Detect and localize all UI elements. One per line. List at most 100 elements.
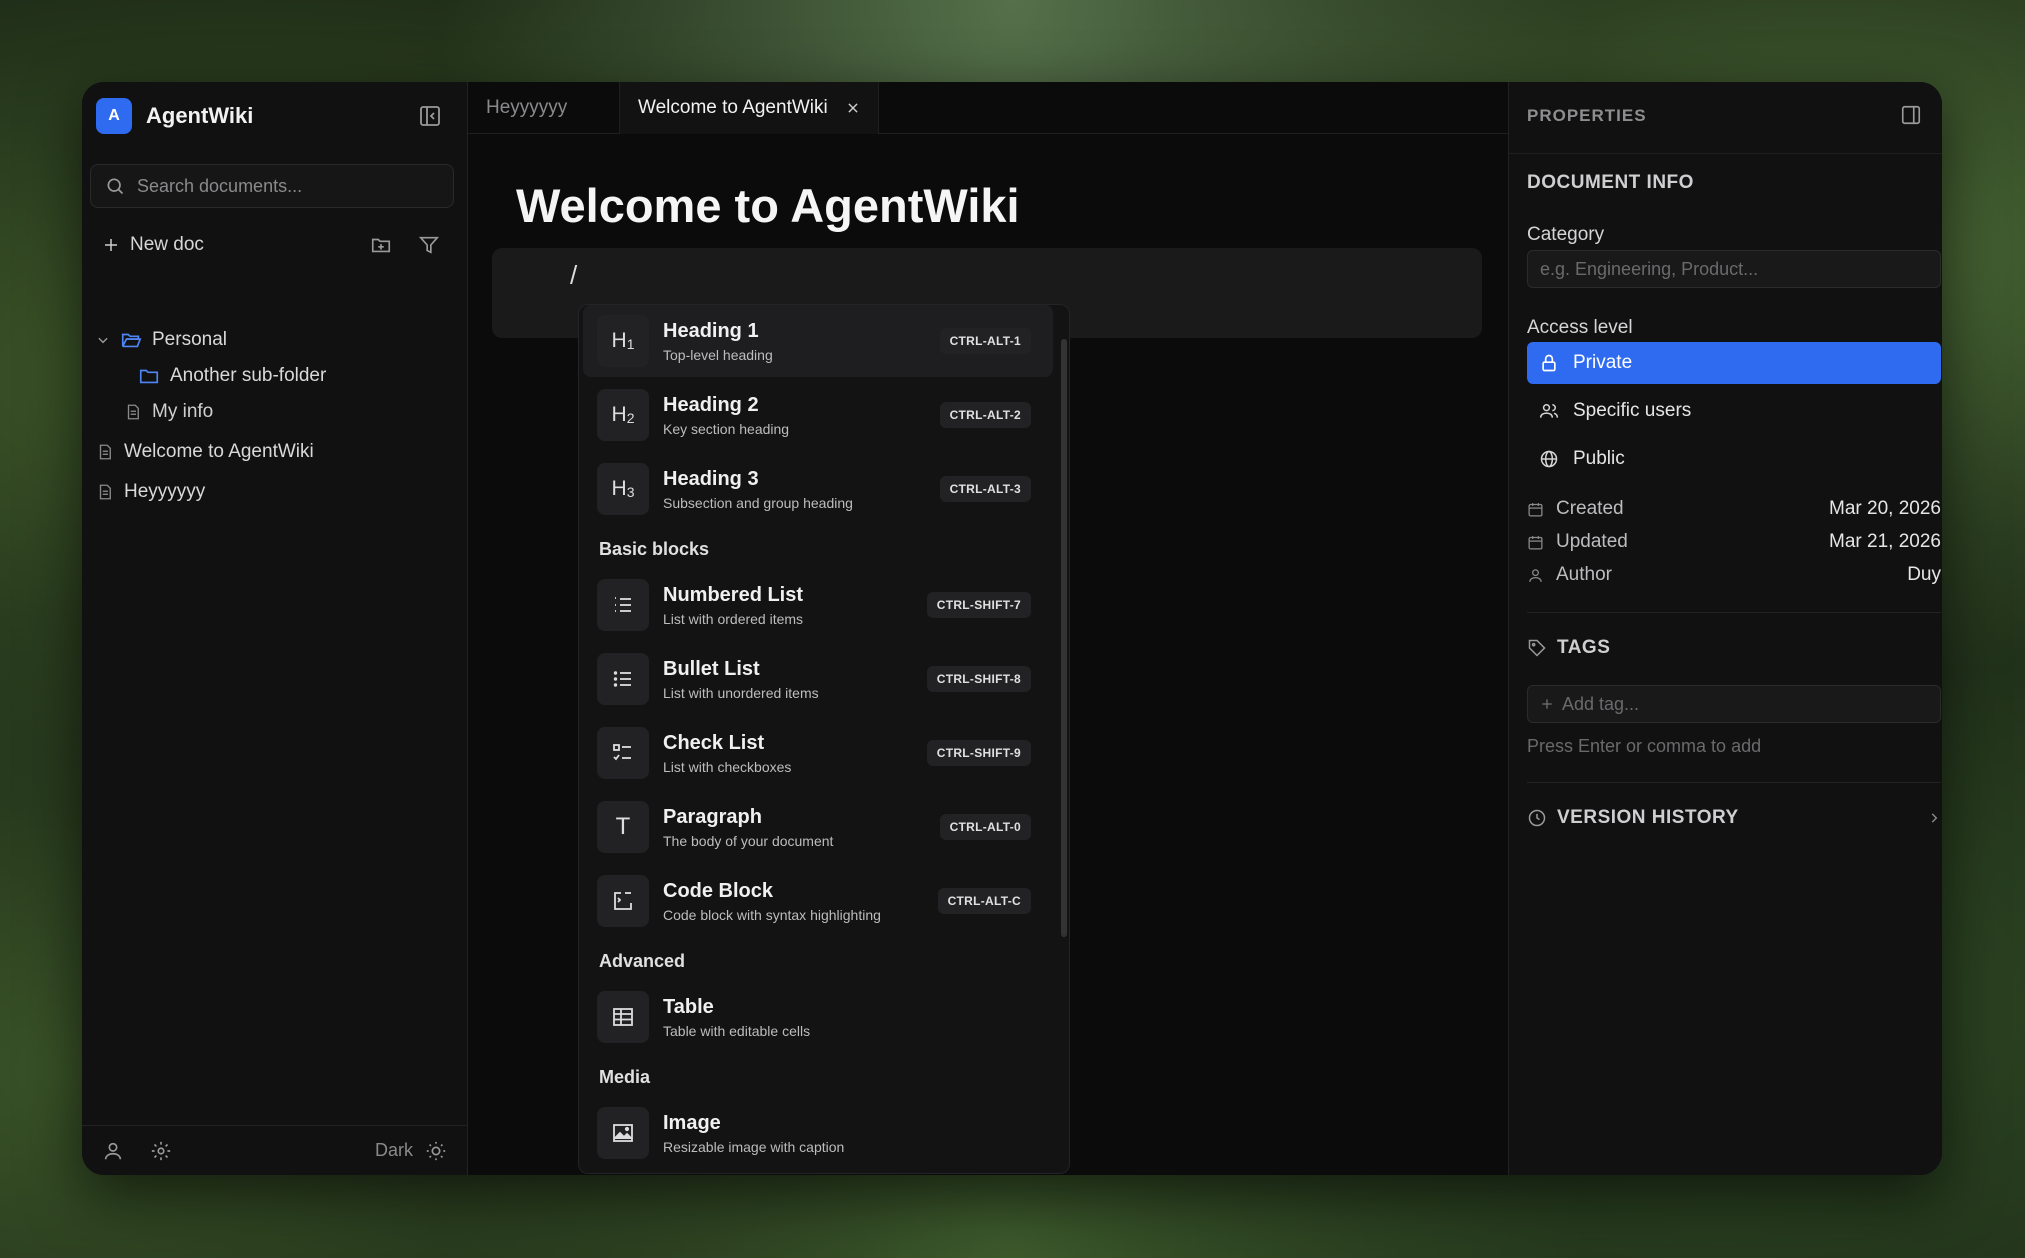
menu-item-heading-2[interactable]: H2 Heading 2 Key section heading CTRL-ALT… <box>583 379 1053 451</box>
tree-item-welcome[interactable]: Welcome to AgentWiki <box>96 434 456 470</box>
menu-item-bullet-list[interactable]: Bullet List List with unordered items CTR… <box>583 643 1053 715</box>
menu-item-subtitle: The body of your document <box>663 832 834 849</box>
theme-toggle[interactable]: Dark <box>375 1140 447 1162</box>
tags-title: TAGS <box>1557 637 1611 658</box>
menu-item-subtitle: List with unordered items <box>663 684 819 701</box>
menu-item-title: Numbered List <box>663 583 804 606</box>
tree-item-label: Another sub-folder <box>170 365 327 386</box>
access-option-public[interactable]: Public <box>1527 438 1941 480</box>
slash-command-text[interactable]: / <box>570 260 577 291</box>
numbered-list-icon <box>597 579 649 631</box>
divider <box>1527 782 1941 783</box>
sidebar-footer: Dark <box>82 1125 467 1175</box>
sun-icon <box>425 1140 447 1162</box>
person-icon <box>1527 567 1544 584</box>
close-tab-icon[interactable] <box>846 101 860 115</box>
table-icon <box>597 991 649 1043</box>
new-folder-icon[interactable] <box>370 234 392 256</box>
sidebar-actions <box>370 234 440 256</box>
settings-gear-icon[interactable] <box>150 1140 172 1162</box>
meta-value: Duy <box>1907 564 1941 585</box>
version-history-title: VERSION HISTORY <box>1557 807 1739 828</box>
panel-toggle-icon[interactable] <box>1900 104 1922 126</box>
tree-item-personal[interactable]: Personal <box>96 322 456 358</box>
editor-area: Heyyyyyy Welcome to AgentWiki Welcome to… <box>468 82 1508 1175</box>
menu-item-title: Image <box>663 1111 721 1134</box>
access-option-private[interactable]: Private <box>1527 342 1941 384</box>
tree-item-label: Heyyyyyy <box>124 481 206 502</box>
chevron-right-icon <box>1927 811 1941 825</box>
document-title[interactable]: Welcome to AgentWiki <box>516 178 1020 233</box>
add-tag-field[interactable] <box>1527 685 1941 723</box>
tag-hint: Press Enter or comma to add <box>1527 736 1762 756</box>
category-field[interactable] <box>1527 250 1941 288</box>
tab-heyyyyyy[interactable]: Heyyyyyy <box>468 82 620 134</box>
shortcut-badge: CTRL-ALT-C <box>937 888 1031 914</box>
tab-bar: Heyyyyyy Welcome to AgentWiki <box>468 82 1508 134</box>
globe-icon <box>1539 449 1559 469</box>
bullet-list-icon <box>597 653 649 705</box>
category-label: Category <box>1527 224 1605 245</box>
plus-icon <box>1540 697 1554 711</box>
meta-label: Updated <box>1556 531 1628 552</box>
tree-item-label: Welcome to AgentWiki <box>124 441 314 462</box>
heading-2-icon: H2 <box>597 389 649 441</box>
tab-label: Heyyyyyy <box>486 97 568 118</box>
search-input[interactable] <box>137 175 437 197</box>
shortcut-badge: CTRL-ALT-0 <box>939 814 1031 840</box>
access-option-label: Public <box>1573 448 1625 469</box>
menu-item-title: Heading 3 <box>663 467 759 490</box>
check-list-icon <box>597 727 649 779</box>
category-input[interactable] <box>1540 258 1920 280</box>
menu-section-basic: Basic blocks <box>599 539 710 559</box>
access-option-specific-users[interactable]: Specific users <box>1527 390 1941 432</box>
tree-item-subfolder[interactable]: Another sub-folder <box>96 358 456 394</box>
menu-scrollbar[interactable] <box>1061 339 1067 937</box>
menu-item-title: Code Block <box>663 879 774 902</box>
sidebar: A AgentWiki New doc <box>82 82 468 1175</box>
tree-item-label: My info <box>152 401 214 422</box>
menu-item-check-list[interactable]: Check List List with checkboxes CTRL-SHIF… <box>583 717 1053 789</box>
tab-welcome[interactable]: Welcome to AgentWiki <box>620 82 879 134</box>
user-icon[interactable] <box>102 1140 124 1162</box>
slash-command-menu: H1 Heading 1 Top-level heading CTRL-ALT-1… <box>578 304 1070 1174</box>
menu-item-paragraph[interactable]: T Paragraph The body of your document CTR… <box>583 791 1053 863</box>
new-doc-button[interactable]: New doc <box>102 234 204 256</box>
shortcut-badge: CTRL-ALT-1 <box>939 328 1031 354</box>
menu-item-numbered-list[interactable]: Numbered List List with ordered items CTR… <box>583 569 1053 641</box>
search-icon <box>105 176 125 196</box>
properties-header: PROPERTIES <box>1527 106 1647 125</box>
search-box[interactable] <box>90 164 454 208</box>
menu-item-table[interactable]: Table Table with editable cells <box>583 981 1053 1053</box>
menu-item-image[interactable]: Image Resizable image with caption <box>583 1097 1053 1169</box>
theme-label: Dark <box>374 1140 413 1160</box>
menu-item-heading-1[interactable]: H1 Heading 1 Top-level heading CTRL-ALT-1 <box>583 305 1053 377</box>
collapse-sidebar-icon[interactable] <box>418 104 444 130</box>
menu-item-heading-3[interactable]: H3 Heading 3 Subsection and group heading… <box>583 453 1053 525</box>
meta-created: Created Mar 20, 2026 <box>1527 498 1941 520</box>
document-icon <box>96 483 114 501</box>
doc-tree: Personal Another sub-folder My info Welc… <box>96 322 456 510</box>
chevron-down-icon[interactable] <box>96 333 110 347</box>
access-level-label: Access level <box>1527 317 1633 338</box>
meta-value: Mar 20, 2026 <box>1829 498 1941 519</box>
tree-item-heyyyyyy[interactable]: Heyyyyyy <box>96 474 456 510</box>
menu-item-code-block[interactable]: Code Block Code block with syntax highlig… <box>583 865 1053 937</box>
app-window: A AgentWiki New doc <box>82 82 1942 1175</box>
menu-item-subtitle: List with checkboxes <box>663 758 792 775</box>
menu-item-subtitle: List with ordered items <box>663 610 804 627</box>
folder-open-icon <box>120 329 142 351</box>
shortcut-badge: CTRL-SHIFT-8 <box>926 666 1031 692</box>
brand: A AgentWiki <box>96 98 253 134</box>
tree-item-my-info[interactable]: My info <box>96 394 456 430</box>
add-tag-input[interactable] <box>1562 693 1940 715</box>
shortcut-badge: CTRL-ALT-3 <box>939 476 1031 502</box>
heading-1-icon: H1 <box>597 315 649 367</box>
menu-item-title: Paragraph <box>663 805 762 828</box>
app-name: AgentWiki <box>146 103 254 128</box>
version-history-row[interactable]: VERSION HISTORY <box>1527 807 1941 829</box>
tags-header: TAGS <box>1527 637 1941 659</box>
code-block-icon <box>597 875 649 927</box>
filter-icon[interactable] <box>418 234 440 256</box>
menu-section-advanced: Advanced <box>599 951 686 971</box>
